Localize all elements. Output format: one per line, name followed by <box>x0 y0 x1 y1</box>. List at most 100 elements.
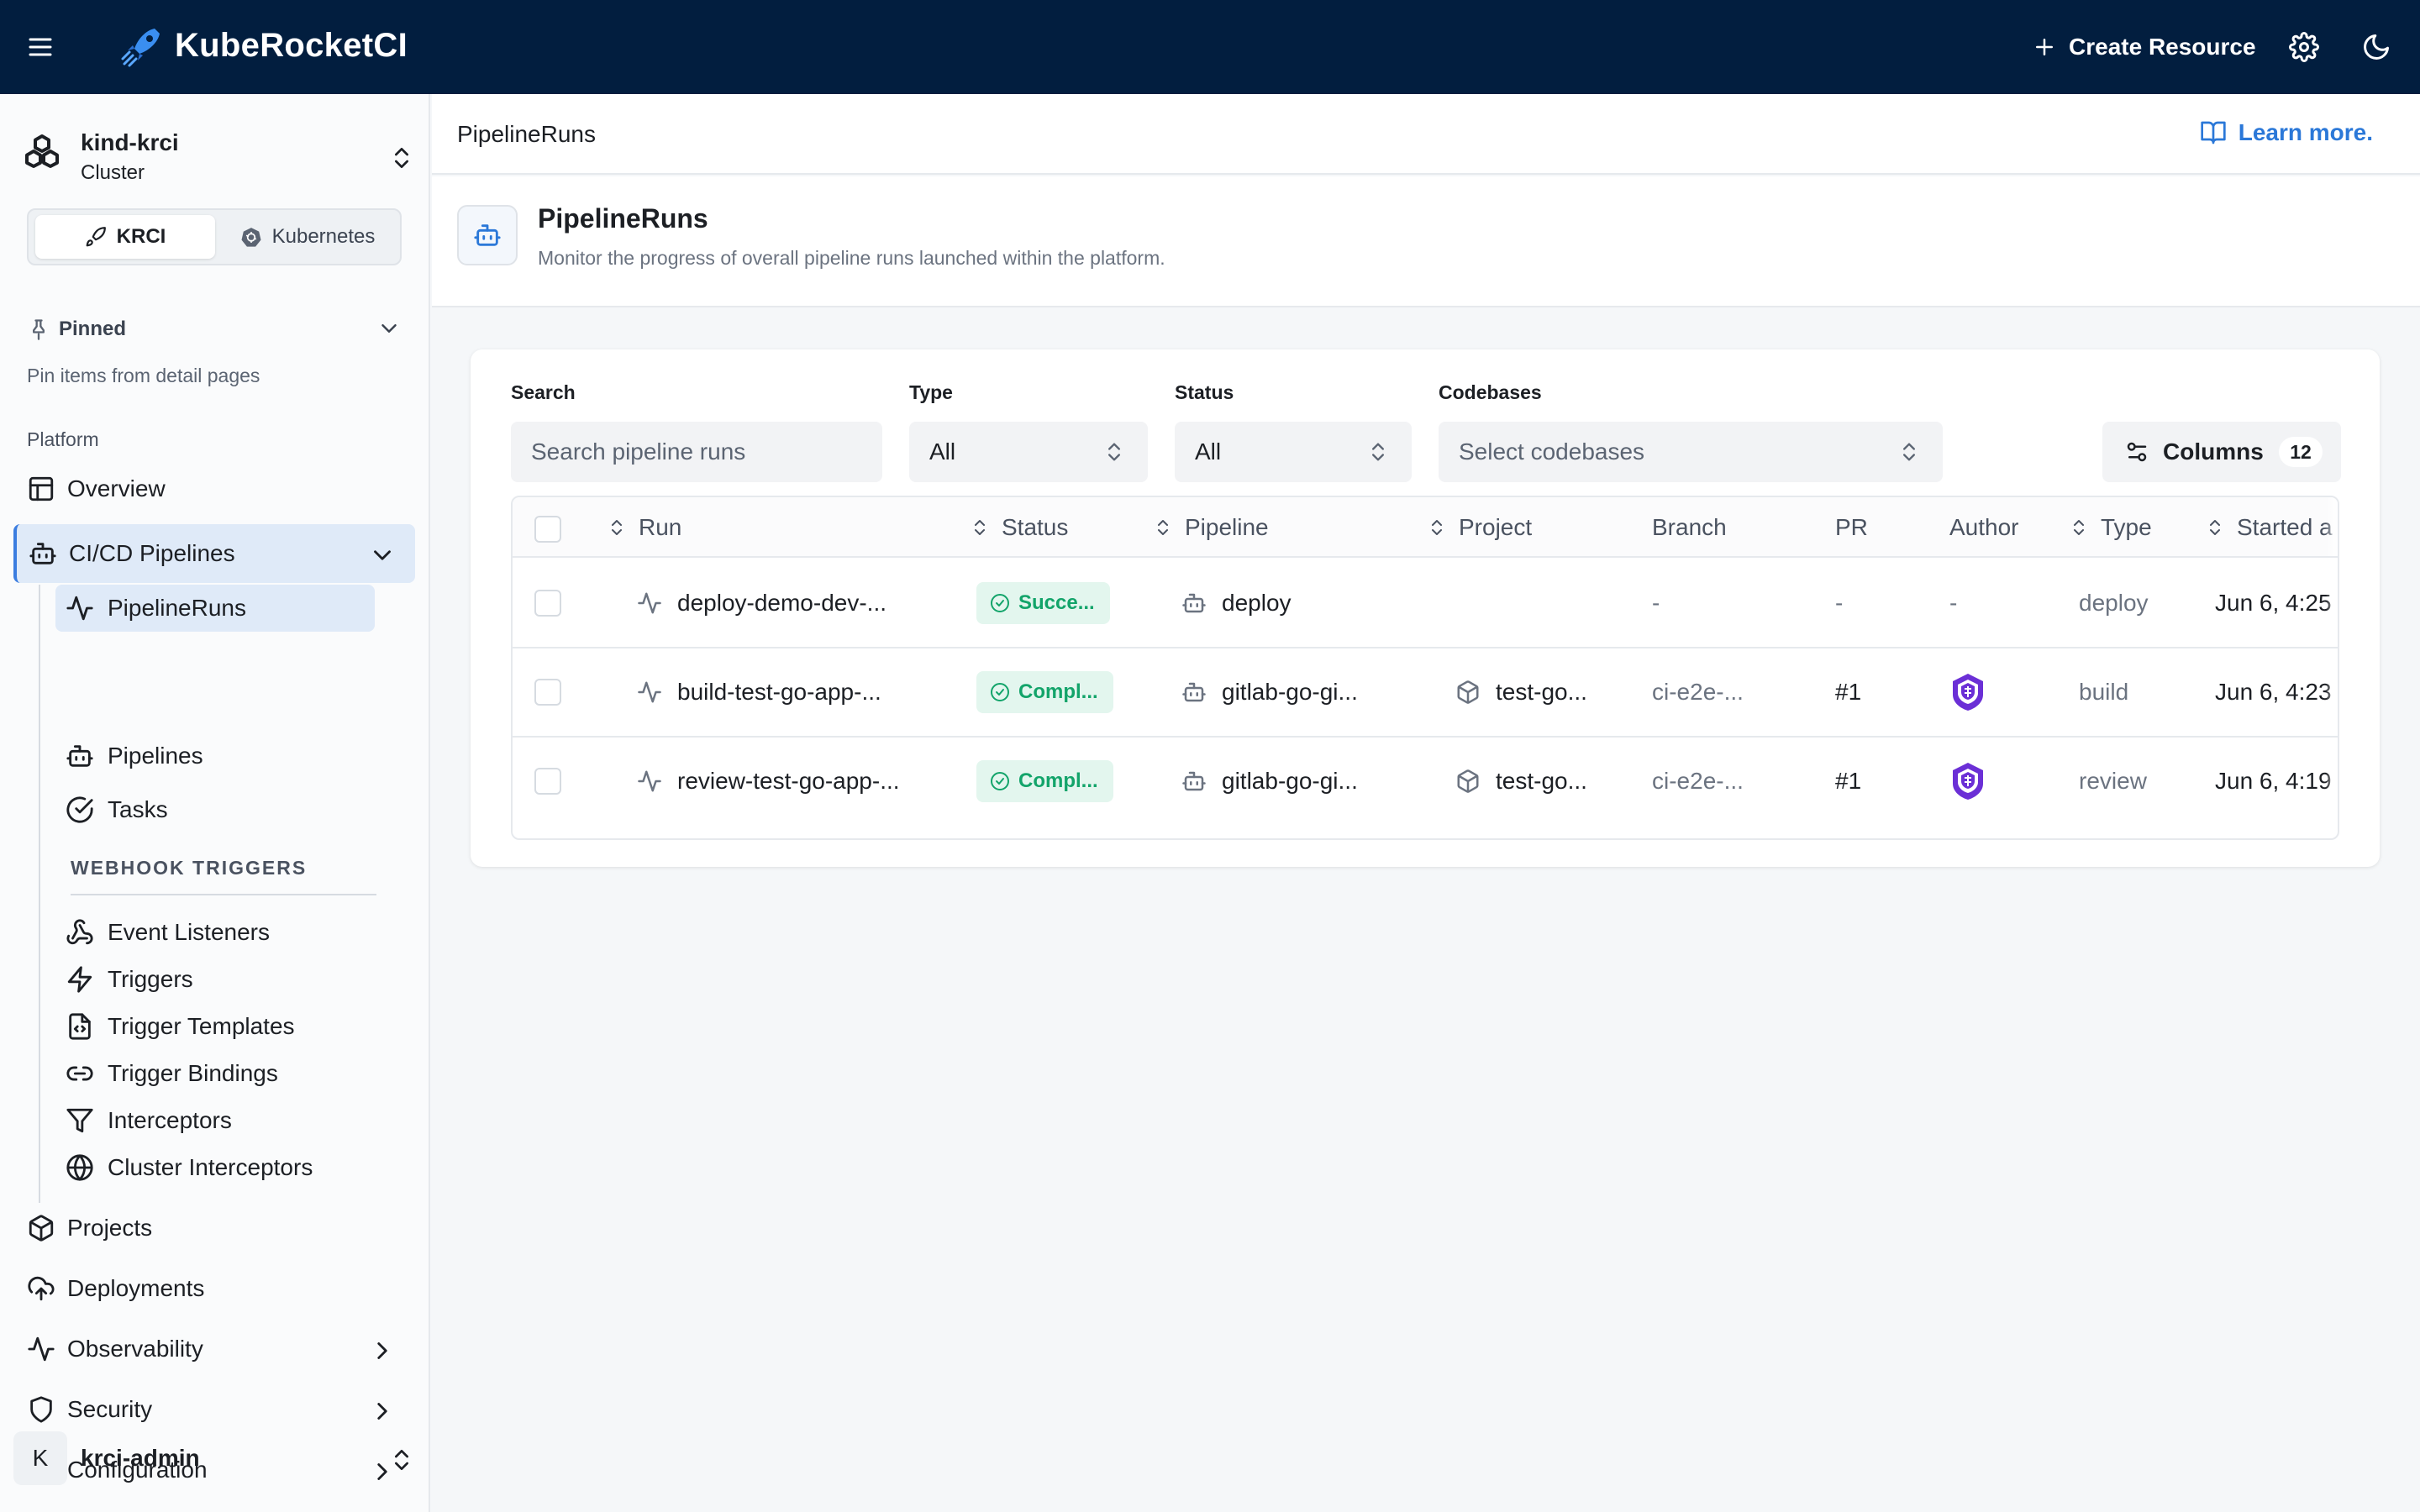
cloud-upload-icon <box>27 1274 55 1303</box>
check-circle-icon <box>990 593 1010 613</box>
columns-button[interactable]: Columns 12 <box>2102 422 2341 482</box>
user-name: krci-admin <box>81 1445 200 1471</box>
activity-icon <box>637 680 662 705</box>
column-header-branch: Branch <box>1652 514 1727 541</box>
search-input[interactable] <box>531 438 882 465</box>
chevrons-up-down-icon <box>1102 440 1126 464</box>
column-header-status[interactable]: Status <box>970 514 1068 541</box>
run-cell[interactable]: review-test-go-app-... <box>637 738 900 825</box>
column-header-run[interactable]: Run <box>607 514 681 541</box>
table-header: Run Status Pipeline Project Branch PR Au… <box>513 497 2338 558</box>
sidebar-item-label: PipelineRuns <box>108 595 246 621</box>
sidebar-item-cluster-interceptors[interactable]: Cluster Interceptors <box>66 1151 313 1184</box>
pinned-section-header[interactable]: Pinned <box>27 312 402 346</box>
submenu-guide-line <box>39 585 40 1203</box>
branch-cell: ci-e2e-... <box>1652 679 1744 705</box>
bot-icon <box>66 742 94 770</box>
sidebar-item-deployments[interactable]: Deployments <box>27 1272 402 1305</box>
sidebar-item-projects[interactable]: Projects <box>27 1211 402 1245</box>
project-cell[interactable]: test-go... <box>1455 738 1587 825</box>
check-circle-icon <box>66 795 94 824</box>
sidebar-item-tasks[interactable]: Tasks <box>66 793 168 827</box>
sidebar-item-pipelines[interactable]: Pipelines <box>66 739 203 773</box>
column-header-project[interactable]: Project <box>1427 514 1532 541</box>
pipeline-name: gitlab-go-gi... <box>1222 768 1358 794</box>
sidebar-item-trigger-templates[interactable]: Trigger Templates <box>66 1010 295 1043</box>
codebases-select[interactable]: Select codebases <box>1439 422 1943 482</box>
row-checkbox[interactable] <box>534 590 561 617</box>
sort-icon <box>607 517 627 538</box>
codebases-placeholder: Select codebases <box>1459 438 1645 465</box>
row-checkbox[interactable] <box>534 768 561 795</box>
box-icon <box>27 1214 55 1242</box>
status-select[interactable]: All <box>1175 422 1412 482</box>
dark-mode-moon-icon[interactable] <box>2361 32 2391 62</box>
pipeline-cell[interactable]: deploy <box>1181 559 1292 647</box>
chevron-down-icon <box>376 316 402 341</box>
learn-more-link[interactable]: Learn more. <box>2200 119 2373 146</box>
pin-icon <box>27 318 50 341</box>
type-label: Type <box>909 381 953 403</box>
shield-icon <box>27 1395 55 1424</box>
box-icon <box>1455 680 1481 705</box>
sidebar-item-pipelineruns[interactable]: PipelineRuns <box>55 585 375 632</box>
check-circle-icon <box>990 771 1010 791</box>
pr-cell[interactable]: #1 <box>1835 738 1861 825</box>
pipeline-cell[interactable]: gitlab-go-gi... <box>1181 738 1358 825</box>
mode-krci-tab[interactable]: KRCI <box>35 215 215 259</box>
settings-gear-icon[interactable] <box>2289 32 2319 62</box>
run-cell[interactable]: deploy-demo-dev-... <box>637 559 886 647</box>
sort-icon <box>2205 517 2225 538</box>
author-avatar <box>1948 672 1988 712</box>
row-checkbox[interactable] <box>534 679 561 706</box>
project-cell[interactable]: test-go... <box>1455 648 1587 736</box>
chevrons-up-down-icon <box>1897 440 1921 464</box>
pipeline-cell[interactable]: gitlab-go-gi... <box>1181 648 1358 736</box>
mode-kubernetes-tab[interactable]: Kubernetes <box>218 215 397 259</box>
sidebar-item-event-listeners[interactable]: Event Listeners <box>66 916 270 949</box>
pr-cell[interactable]: #1 <box>1835 648 1861 736</box>
activity-icon <box>27 1335 55 1363</box>
sidebar-item-trigger-bindings[interactable]: Trigger Bindings <box>66 1057 278 1090</box>
user-menu[interactable]: K krci-admin <box>12 1430 415 1490</box>
sidebar-item-observability[interactable]: Observability <box>27 1332 402 1366</box>
author-cell <box>1948 738 1988 825</box>
sidebar-item-cicd-pipelines[interactable]: CI/CD Pipelines <box>13 524 415 583</box>
chevron-right-icon <box>368 1397 393 1422</box>
select-all-checkbox[interactable] <box>534 516 561 543</box>
column-header-started[interactable]: Started a <box>2205 514 2333 541</box>
divider <box>71 894 376 895</box>
sidebar-item-label: Security <box>67 1396 153 1422</box>
sidebar-item-overview[interactable]: Overview <box>27 469 402 509</box>
create-resource-label: Create Resource <box>2069 34 2256 60</box>
status-select-value: All <box>1195 438 1222 465</box>
run-cell[interactable]: build-test-go-app-... <box>637 648 881 736</box>
chevron-right-icon <box>368 1336 393 1362</box>
webhook-triggers-heading: WEBHOOK TRIGGERS <box>71 857 308 879</box>
status-text: Succe... <box>1018 591 1095 614</box>
sidebar-item-security[interactable]: Security <box>27 1393 402 1426</box>
columns-label: Columns <box>2163 438 2264 465</box>
sidebar-item-label: Event Listeners <box>108 919 270 945</box>
table-row[interactable]: build-test-go-app-... Compl... gitlab-go… <box>513 648 2338 738</box>
codebases-label: Codebases <box>1439 381 1542 403</box>
column-header-author: Author <box>1949 514 2019 541</box>
table-row[interactable]: review-test-go-app-... Compl... gitlab-g… <box>513 738 2338 827</box>
create-resource-button[interactable]: Create Resource <box>2032 29 2256 66</box>
column-header-label: Status <box>1002 514 1069 540</box>
sidebar-item-triggers[interactable]: Triggers <box>66 963 193 996</box>
column-header-type[interactable]: Type <box>2069 514 2152 541</box>
sidebar-item-interceptors[interactable]: Interceptors <box>66 1104 232 1137</box>
column-header-label: Author <box>1949 514 2019 540</box>
cluster-selector[interactable]: kind-krci Cluster <box>18 116 413 184</box>
activity-icon <box>66 594 94 622</box>
search-label: Search <box>511 381 576 403</box>
search-field <box>511 422 882 482</box>
menu-icon[interactable] <box>25 32 55 62</box>
branch-cell: - <box>1652 590 1660 616</box>
sidebar-item-label: Cluster Interceptors <box>108 1154 313 1180</box>
table-row[interactable]: deploy-demo-dev-... Succe... deploy - - … <box>513 559 2338 648</box>
sidebar-item-label: Observability <box>67 1336 203 1362</box>
column-header-pipeline[interactable]: Pipeline <box>1153 514 1269 541</box>
type-select[interactable]: All <box>909 422 1148 482</box>
